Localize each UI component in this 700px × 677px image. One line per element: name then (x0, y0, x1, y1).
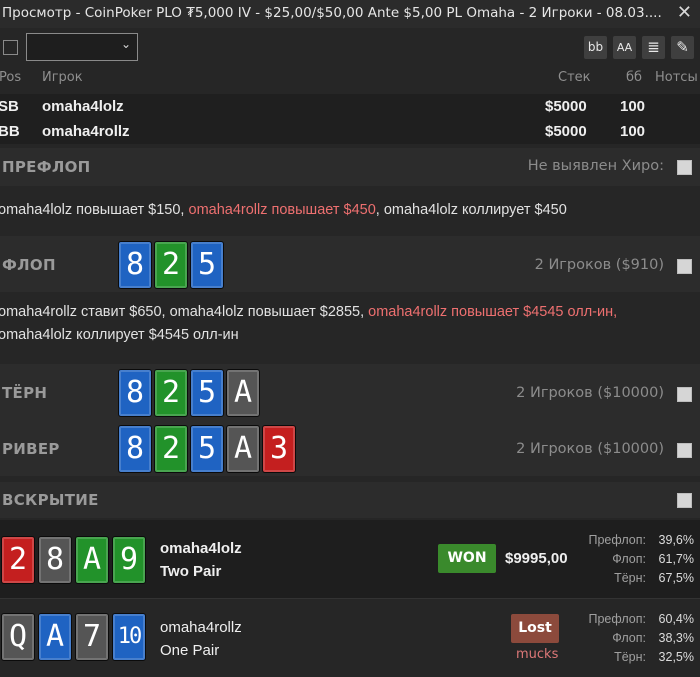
equity-label: Тёрн: (614, 650, 646, 664)
hole-card: Q (1, 613, 35, 661)
column-bb: бб (626, 70, 643, 85)
board-card: 8 (118, 369, 152, 417)
preflop-header: ПРЕФЛОП Не выявлен Хиро: (0, 148, 700, 186)
filter-dropdown[interactable]: ⌄ (26, 33, 138, 61)
board-card: 8 (118, 425, 152, 473)
showdown-player-name: omaha4lolz (160, 540, 242, 557)
column-player: Игрок (42, 70, 83, 85)
column-pos: Pos (0, 70, 22, 85)
hero-status: Не выявлен Хиро: (527, 158, 664, 174)
equity-value: 60,4% (658, 612, 694, 626)
close-icon[interactable]: ✕ (677, 2, 692, 23)
equity-label: Флоп: (612, 631, 646, 645)
pot-info: 2 Игроков ($10000) (516, 385, 664, 401)
action-text-highlight: omaha4rollz повышает $4545 олл-ин, (368, 304, 618, 320)
board-card: 2 (154, 369, 188, 417)
street-label-preflop: ПРЕФЛОП (2, 158, 91, 176)
table-row[interactable]: SB omaha4lolz $5000 100 (0, 94, 700, 119)
won-badge: WON (438, 544, 496, 573)
street-label-turn: ТЁРН (2, 384, 48, 402)
board-card: 3 (262, 425, 296, 473)
note-icon[interactable] (677, 493, 692, 508)
column-stack: Стек (558, 70, 591, 85)
showdown-header: ВСКРЫТИЕ (0, 482, 700, 518)
player-stack: $5000 (545, 123, 587, 140)
note-icon[interactable] (677, 259, 692, 274)
equity-value: 32,5% (658, 650, 694, 664)
hole-card: A (75, 536, 109, 584)
font-size-button[interactable]: AA (613, 36, 636, 59)
title-bar: Просмотр - CoinPoker PLO ₮5,000 IV - $25… (0, 0, 700, 28)
board-card: A (226, 369, 260, 417)
board-card: 2 (154, 241, 188, 289)
select-all-checkbox[interactable] (3, 40, 18, 55)
equity-label: Префлоп: (588, 533, 646, 547)
list-icon[interactable]: ≣ (642, 36, 665, 59)
board-card: 5 (190, 241, 224, 289)
showdown-hand: Two Pair (160, 563, 222, 580)
column-notes: Нотсы (655, 70, 698, 85)
hole-card: 2 (1, 536, 35, 584)
board-card: 5 (190, 369, 224, 417)
player-pos: SB (0, 98, 19, 115)
turn-header: ТЁРН 8 2 5 A 2 Игроков ($10000) (0, 364, 700, 420)
flop-actions-line2: omaha4lolz коллирует $4545 олл-ин (0, 327, 239, 343)
flop-header: ФЛОП 8 2 5 2 Игроков ($910) (0, 236, 700, 292)
player-bb: 100 (620, 123, 646, 140)
board-card: 5 (190, 425, 224, 473)
showdown-hand: One Pair (160, 642, 220, 659)
toolbar: ⌄ bb AA ≣ ✎ (0, 28, 700, 66)
equity-label: Флоп: (612, 552, 646, 566)
street-label-river: РИВЕР (2, 440, 60, 458)
player-pos: BB (0, 123, 20, 140)
equity-value: 67,5% (658, 571, 694, 585)
chevron-down-icon: ⌄ (120, 37, 131, 51)
board-card: 8 (118, 241, 152, 289)
hole-card: A (38, 613, 72, 661)
pot-info: 2 Игроков ($10000) (516, 441, 664, 457)
hole-card: 8 (38, 536, 72, 584)
board-card: A (226, 425, 260, 473)
table-row[interactable]: BB omaha4rollz $5000 100 (0, 119, 700, 144)
preflop-actions: omaha4lolz повышает $150, omaha4rollz по… (0, 202, 567, 218)
pot-info: 2 Игроков ($910) (534, 257, 664, 273)
action-text: omaha4rollz ставит $650, omaha4lolz повы… (0, 304, 369, 320)
hole-card: 9 (112, 536, 146, 584)
equity-label: Префлоп: (588, 612, 646, 626)
note-icon[interactable] (677, 160, 692, 175)
window-title: Просмотр - CoinPoker PLO ₮5,000 IV - $25… (2, 5, 662, 21)
equity-label: Тёрн: (614, 571, 646, 585)
board-card: 2 (154, 425, 188, 473)
flop-actions-line1: omaha4rollz ставит $650, omaha4lolz повы… (0, 304, 617, 320)
player-stack: $5000 (545, 98, 587, 115)
equity-value: 38,3% (658, 631, 694, 645)
action-text: omaha4lolz повышает $150, (0, 202, 189, 218)
player-name: omaha4lolz (42, 98, 124, 115)
note-icon[interactable] (677, 387, 692, 402)
showdown-player-name: omaha4rollz (160, 619, 242, 636)
big-blinds-button[interactable]: bb (584, 36, 607, 59)
edit-icon[interactable]: ✎ (671, 36, 694, 59)
action-text: , omaha4lolz коллирует $450 (375, 202, 567, 218)
equity-value: 39,6% (658, 533, 694, 547)
river-header: РИВЕР 8 2 5 A 3 2 Игроков ($10000) (0, 420, 700, 476)
street-label-showdown: ВСКРЫТИЕ (2, 491, 99, 509)
action-text-highlight: omaha4rollz повышает $450 (188, 202, 376, 218)
street-label-flop: ФЛОП (2, 256, 56, 274)
hole-card: 7 (75, 613, 109, 661)
hole-card: 10 (112, 613, 146, 661)
note-icon[interactable] (677, 443, 692, 458)
player-name: omaha4rollz (42, 123, 130, 140)
player-bb: 100 (620, 98, 646, 115)
equity-value: 61,7% (658, 552, 694, 566)
